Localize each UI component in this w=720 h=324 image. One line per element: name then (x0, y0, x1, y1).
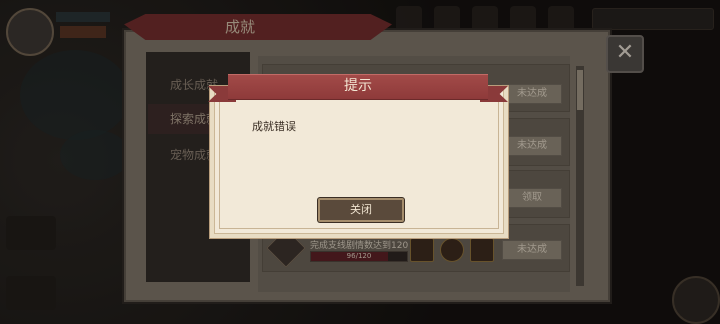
dialog-title-ribbon: 提示 (208, 74, 508, 102)
dialog-title: 提示 (344, 78, 372, 94)
close-button[interactable]: 关闭 (318, 198, 404, 222)
dialog-message: 成就错误 (252, 120, 296, 133)
